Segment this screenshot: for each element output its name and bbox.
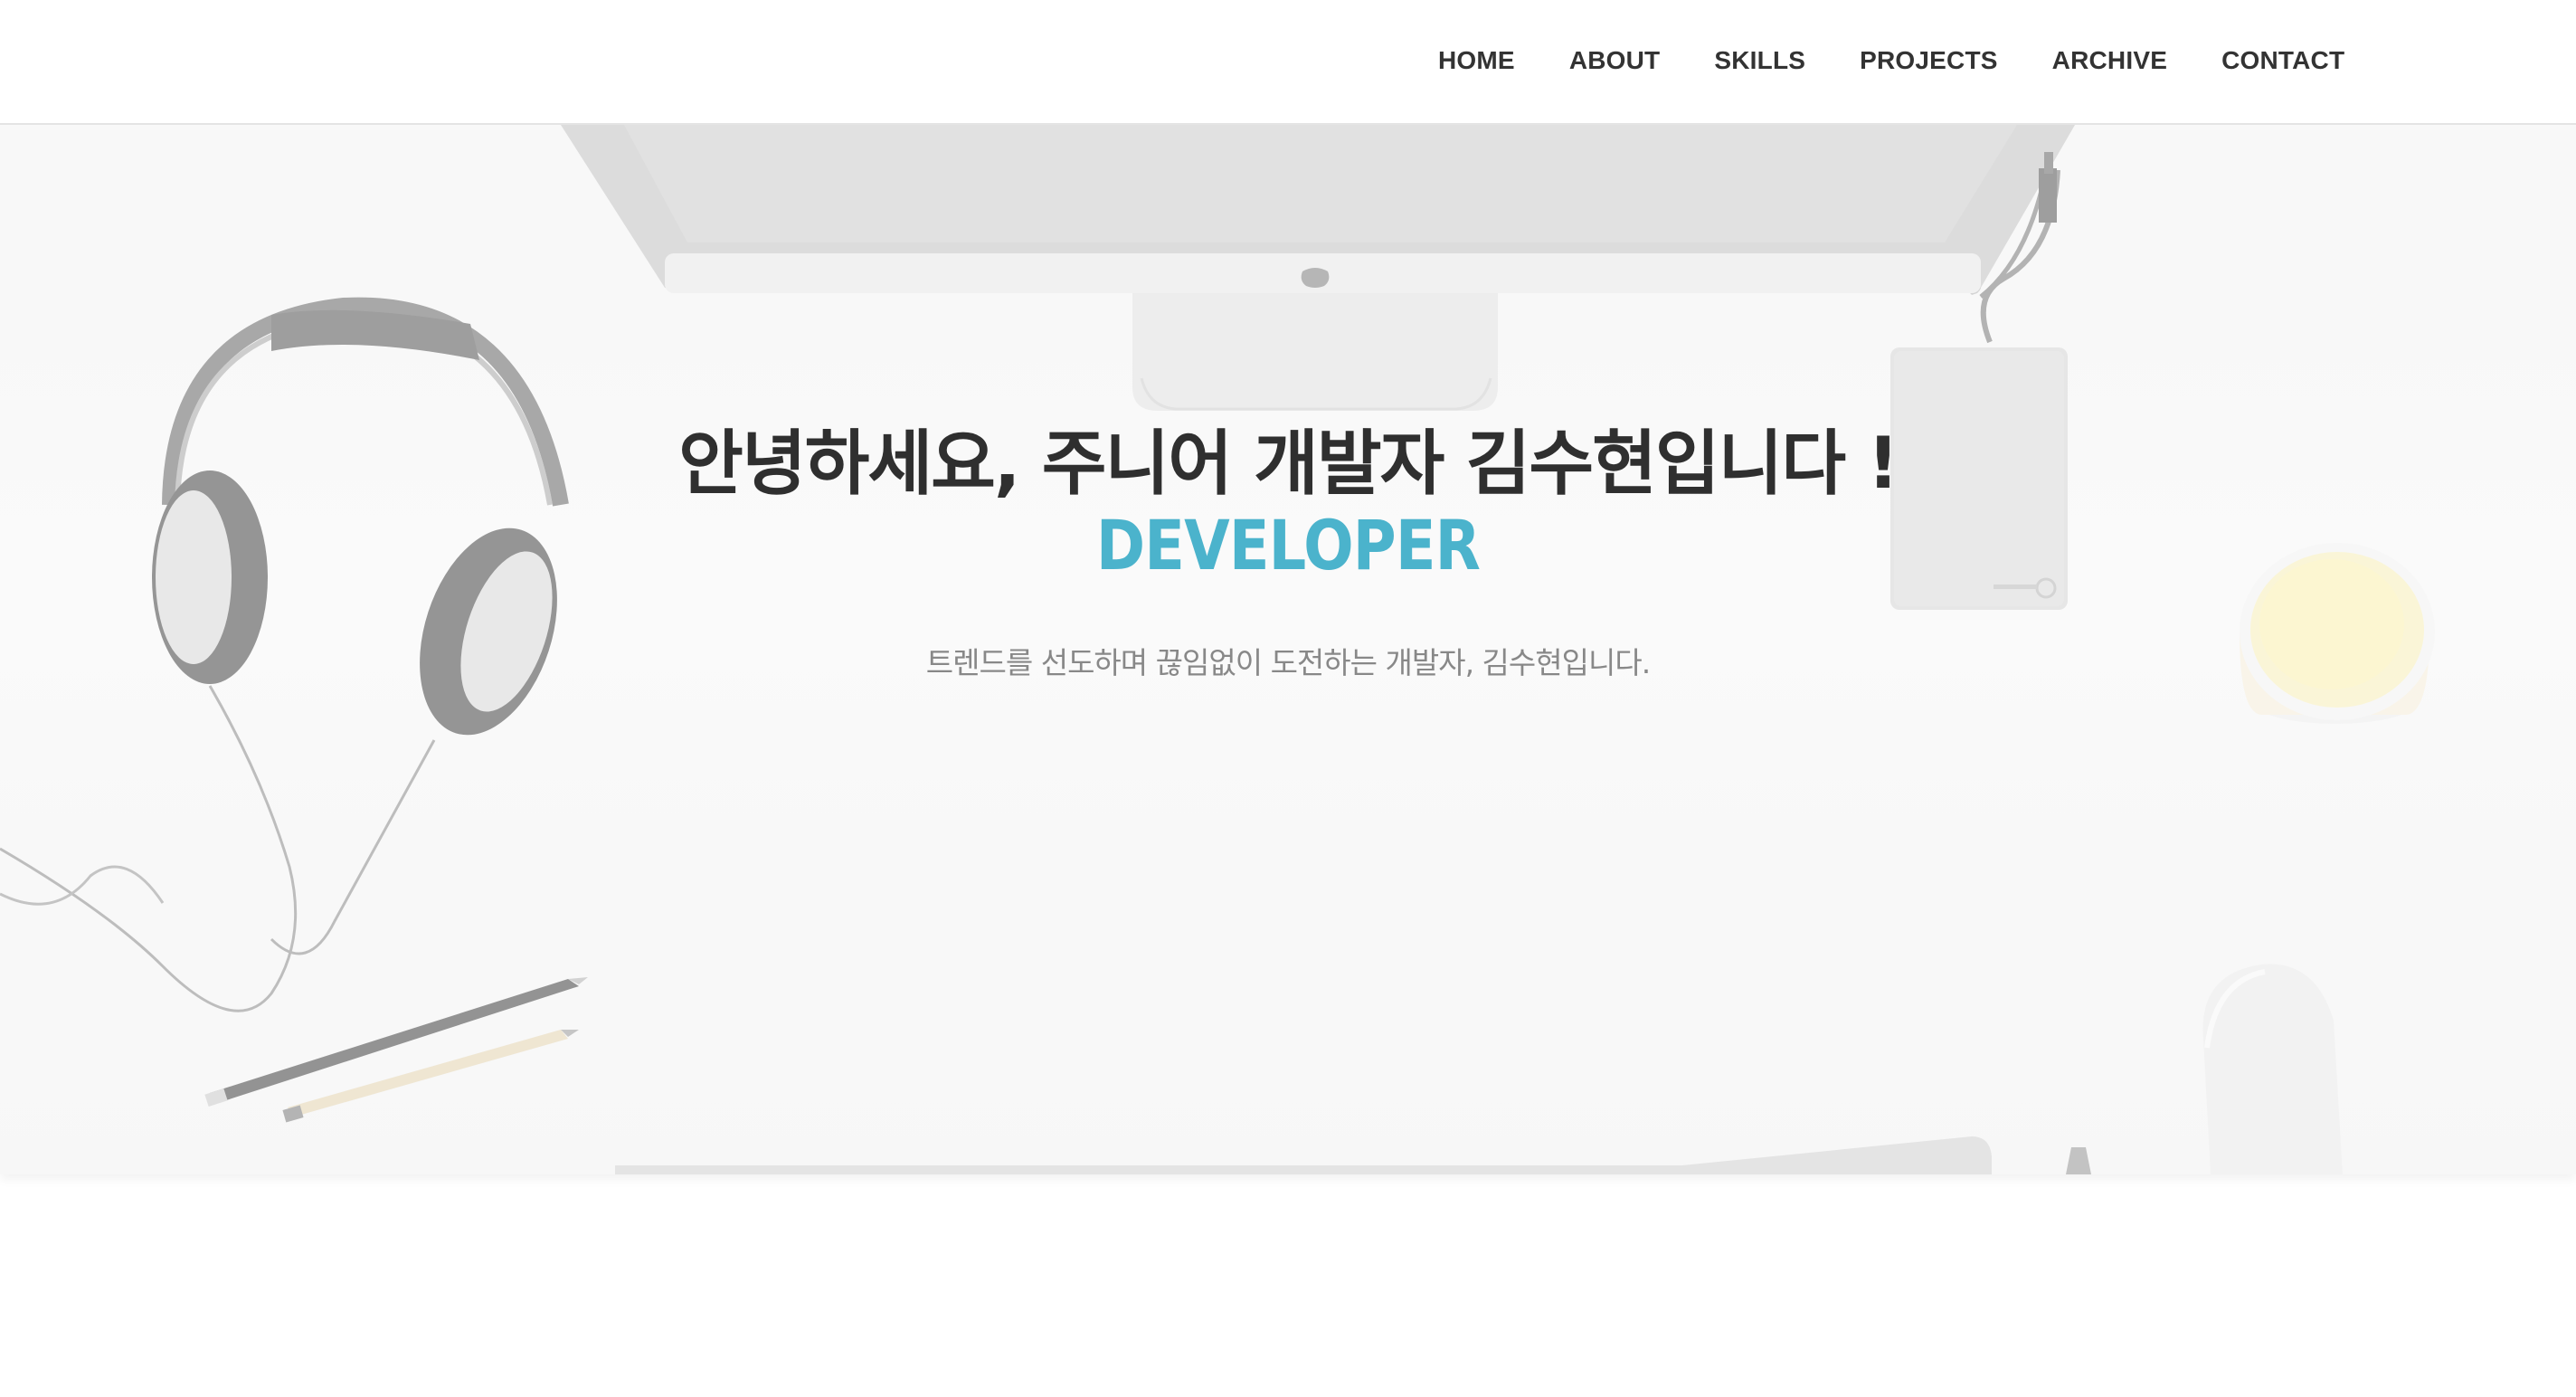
nav-menu: HOME ABOUT SKILLS PROJECTS ARCHIVE CONTA…: [1411, 0, 2372, 121]
hero-description: 트렌드를 선도하며 끊임없이 도전하는 개발자, 김수현입니다.: [925, 645, 1651, 680]
nav-item-contact[interactable]: CONTACT: [2194, 46, 2372, 75]
nav-item-archive[interactable]: ARCHIVE: [2025, 46, 2194, 75]
hero-title: 안녕하세요, 주니어 개발자 김수현입니다 !: [678, 423, 1899, 505]
top-navbar: HOME ABOUT SKILLS PROJECTS ARCHIVE CONTA…: [0, 0, 2576, 125]
nav-item-projects[interactable]: PROJECTS: [1833, 46, 2025, 75]
nav-item-skills[interactable]: SKILLS: [1687, 46, 1833, 75]
hero-section: 안녕하세요, 주니어 개발자 김수현입니다 ! DEVELOPER 트렌드를 선…: [0, 125, 2576, 1174]
nav-item-home[interactable]: HOME: [1411, 46, 1542, 75]
hero-subtitle: DEVELOPER: [1095, 505, 1481, 585]
nav-item-about[interactable]: ABOUT: [1542, 46, 1688, 75]
